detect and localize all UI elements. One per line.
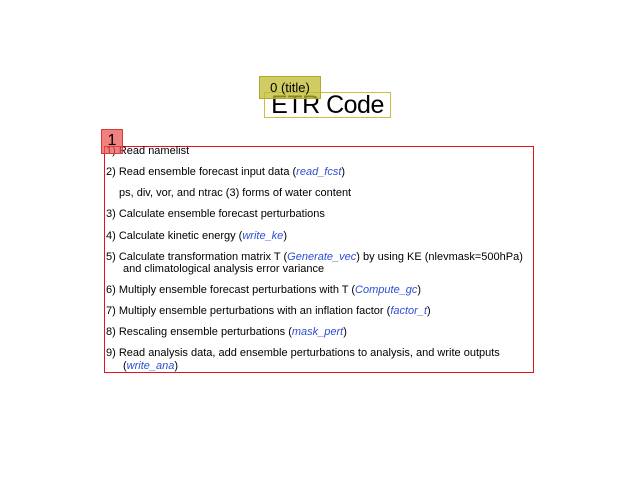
step-4-text: 4) Calculate kinetic energy ( (106, 230, 243, 242)
function-name-mask-pert: mask_pert (291, 326, 344, 338)
step-8-suffix: ) (343, 326, 347, 338)
slide-canvas: ETR Code 0 (title) 1) Read namelist 2) R… (0, 0, 640, 480)
step-9-text: 9) Read analysis data, add ensemble pert… (106, 347, 500, 359)
step-9-continuation-line: (write_ana) (123, 360, 178, 373)
step-2-detail-line: ps, div, vor, and ntrac (3) forms of wat… (119, 187, 351, 200)
step-2-line: 2) Read ensemble forecast input data (re… (106, 166, 345, 179)
function-name-generate-vec: Generate_vec (287, 251, 357, 263)
step-6-line: 6) Multiply ensemble forecast perturbati… (106, 284, 421, 297)
step-9-line: 9) Read analysis data, add ensemble pert… (106, 347, 500, 360)
step-3-text: 3) Calculate ensemble forecast perturbat… (106, 208, 325, 220)
step-7-suffix: ) (427, 305, 431, 317)
step-3-line: 3) Calculate ensemble forecast perturbat… (106, 208, 325, 221)
step-5-suffix: ) by using KE (nlevmask=500hPa) (356, 251, 523, 263)
step-5-text: 5) Calculate transformation matrix T ( (106, 251, 288, 263)
title-region-tag: 0 (title) (259, 76, 321, 99)
step-7-text: 7) Multiply ensemble perturbations with … (106, 305, 391, 317)
step-5-continuation-text: and climatological analysis error varian… (123, 263, 325, 275)
function-name-compute-gc: Compute_gc (355, 284, 418, 296)
step-2-text: 2) Read ensemble forecast input data ( (106, 166, 297, 178)
step-8-line: 8) Rescaling ensemble perturbations (mas… (106, 326, 347, 339)
function-name-factor-t: factor_t (390, 305, 427, 317)
step-8-text: 8) Rescaling ensemble perturbations ( (106, 326, 292, 338)
function-name-write-ana: write_ana (126, 360, 175, 372)
step-5-continuation-line: and climatological analysis error varian… (123, 263, 324, 276)
function-name-write-ke: write_ke (242, 230, 284, 242)
function-name-read-fcst: read_fcst (296, 166, 342, 178)
step-9-suffix: ) (174, 360, 179, 372)
step-2-detail-text: ps, div, vor, and ntrac (3) forms of wat… (119, 187, 352, 199)
step-4-line: 4) Calculate kinetic energy (write_ke) (106, 230, 287, 243)
step-2-suffix: ) (341, 166, 346, 178)
step-4-suffix: ) (283, 230, 287, 242)
step-7-line: 7) Multiply ensemble perturbations with … (106, 305, 431, 318)
step-6-text: 6) Multiply ensemble forecast perturbati… (106, 284, 356, 296)
step-6-suffix: ) (417, 284, 422, 296)
body-region-tag: 1 (101, 129, 123, 154)
